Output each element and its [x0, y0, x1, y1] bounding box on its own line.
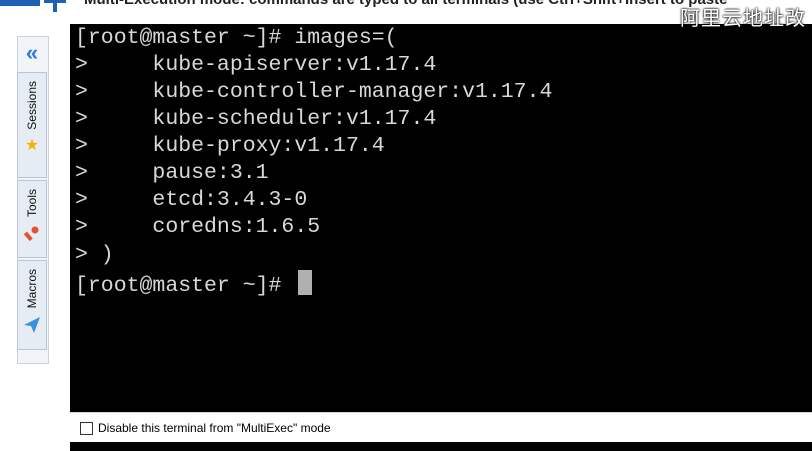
multiexec-toggle-bar: Disable this terminal from "MultiExec" m… — [70, 412, 812, 443]
disable-multiexec-checkbox[interactable] — [80, 421, 93, 435]
collapse-sidebar-button[interactable]: « — [17, 36, 47, 70]
sidebar-tab-sessions[interactable]: Sessions ★ — [17, 72, 47, 178]
sidebar-tab-tools[interactable]: Tools — [17, 180, 47, 258]
disable-multiexec-label[interactable]: Disable this terminal from "MultiExec" m… — [98, 421, 331, 435]
app-toolbar-strip — [0, 0, 40, 6]
watermark-text: 阿里云地址改 — [680, 6, 806, 30]
sidebar-tab-label: Macros — [25, 269, 39, 309]
terminal-line: > coredns:1.6.5 — [75, 215, 321, 239]
sidebar-tab-macros[interactable]: Macros — [17, 260, 47, 350]
terminal-line: > kube-apiserver:v1.17.4 — [75, 53, 437, 77]
terminal-line: > kube-controller-manager:v1.17.4 — [75, 80, 553, 104]
sidebar-tab-label: Sessions — [25, 81, 39, 130]
wrench-icon — [24, 226, 39, 242]
sidebar-tab-label: Tools — [25, 189, 39, 218]
terminal-line: > kube-proxy:v1.17.4 — [75, 134, 385, 158]
terminal-line: > pause:3.1 — [75, 161, 269, 185]
terminal-line: [root@master ~]# images=( — [75, 26, 398, 50]
plus-icon[interactable] — [44, 0, 66, 12]
double-chevron-left-icon: « — [25, 40, 39, 65]
terminal-line: > ) — [75, 243, 114, 267]
banner-text: Multi-Execution mode: commands are typed… — [84, 0, 727, 8]
terminal-line: > kube-scheduler:v1.17.4 — [75, 107, 437, 131]
next-terminal-strip — [70, 442, 812, 451]
terminal-line: > etcd:3.4.3-0 — [75, 188, 308, 212]
terminal-prompt-line: [root@master ~]# — [75, 270, 313, 298]
prompt-text: [root@master ~]# — [75, 274, 295, 298]
terminal-cursor[interactable] — [298, 270, 313, 295]
paper-plane-icon — [24, 317, 40, 334]
star-icon: ★ — [24, 136, 40, 154]
terminal-window[interactable]: [root@master ~]# images=( > kube-apiserv… — [70, 24, 812, 412]
